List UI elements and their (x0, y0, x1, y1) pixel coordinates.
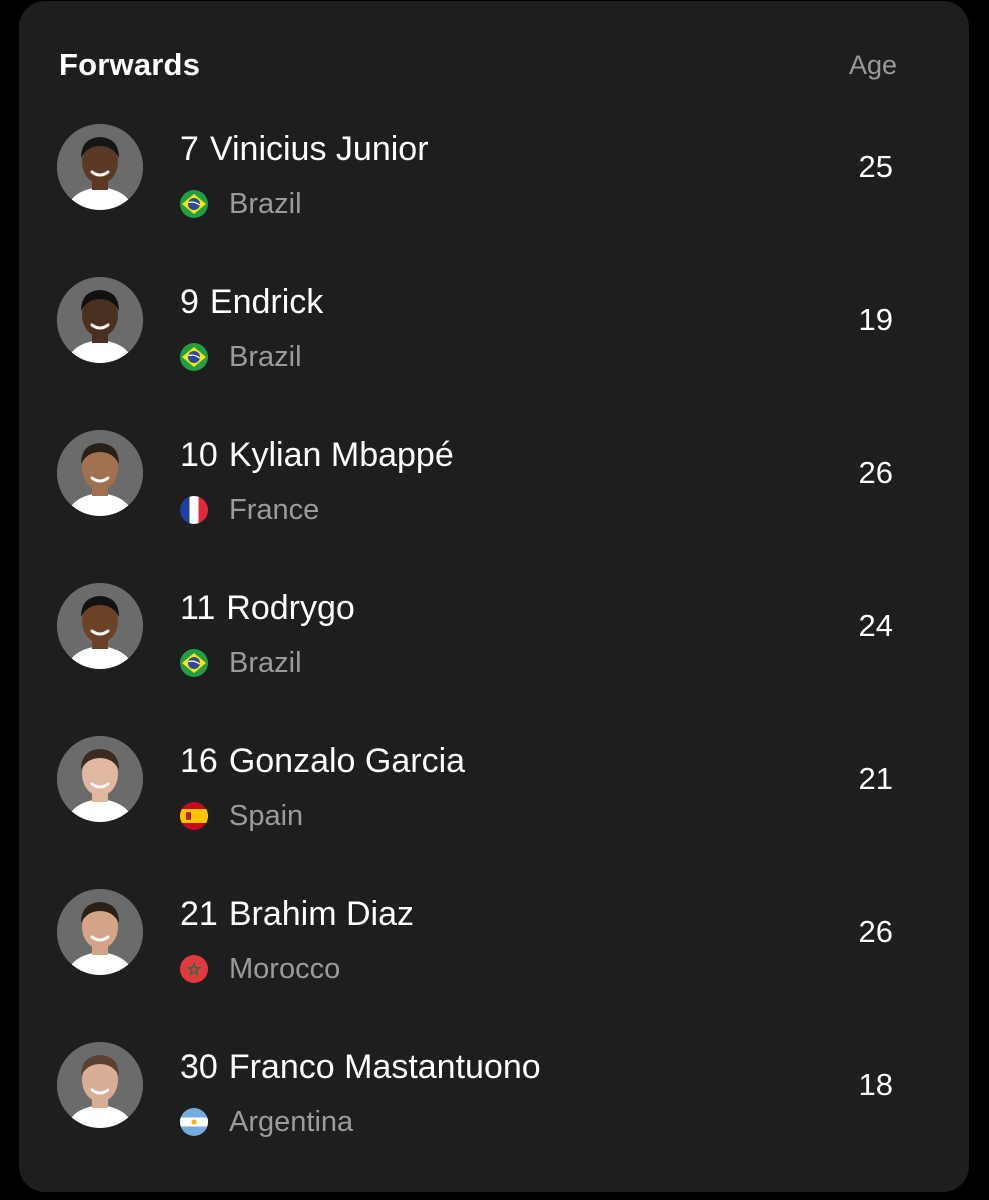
player-name-line: 7 Vinicius Junior (180, 130, 429, 169)
shirt-number: 16 (180, 742, 218, 780)
player-avatar (57, 583, 143, 669)
player-age: 24 (858, 608, 893, 643)
shirt-number: 9 (180, 283, 199, 321)
player-age: 26 (858, 455, 893, 490)
player-name: Kylian Mbappé (228, 436, 454, 474)
shirt-number: 7 (180, 130, 199, 168)
player-row[interactable]: 11 Rodrygo Brazil 24 (19, 583, 969, 736)
player-row[interactable]: 16 Gonzalo Garcia Spain 21 (19, 736, 969, 889)
shirt-number: 21 (180, 895, 218, 933)
nation-label: Spain (229, 799, 304, 832)
player-avatar (57, 736, 143, 822)
player-row[interactable]: 10 Kylian Mbappé France 26 (19, 430, 969, 583)
player-avatar (57, 277, 143, 363)
shirt-number: 10 (180, 436, 218, 474)
shirt-number: 11 (180, 589, 216, 627)
player-name-line: 9 Endrick (180, 283, 323, 322)
player-name-line: 10 Kylian Mbappé (180, 436, 454, 475)
nation-label: France (229, 493, 320, 526)
player-name: Franco Mastantuono (228, 1048, 541, 1086)
nation-label: Brazil (229, 646, 302, 679)
nationality: Brazil (180, 338, 302, 376)
forwards-card: Forwards Age 7 Vinicius Junior Brazil 25 9 En… (19, 1, 969, 1192)
player-age: 26 (858, 914, 893, 949)
player-row[interactable]: 7 Vinicius Junior Brazil 25 (19, 124, 969, 277)
player-name-line: 30 Franco Mastantuono (180, 1048, 541, 1087)
player-row[interactable]: 9 Endrick Brazil 19 (19, 277, 969, 430)
player-row[interactable]: 30 Franco Mastantuono Argentina 18 (19, 1042, 969, 1195)
player-row[interactable]: 21 Brahim Diaz Morocco 26 (19, 889, 969, 1042)
nationality: Brazil (180, 644, 302, 682)
nation-label: Morocco (229, 952, 341, 985)
player-name-line: 16 Gonzalo Garcia (180, 742, 465, 781)
brazil-flag-icon (180, 649, 208, 677)
section-title: Forwards (59, 47, 201, 82)
nationality: Argentina (180, 1103, 353, 1141)
player-name: Gonzalo Garcia (228, 742, 466, 780)
player-name-line: 21 Brahim Diaz (180, 895, 414, 934)
player-age: 21 (858, 761, 893, 796)
player-name: Vinicius Junior (209, 130, 429, 168)
player-name: Endrick (209, 283, 324, 321)
player-age: 25 (858, 149, 893, 184)
france-flag-icon (180, 496, 208, 524)
player-avatar (57, 1042, 143, 1128)
player-age: 19 (858, 302, 893, 337)
player-avatar (57, 889, 143, 975)
player-name-line: 11 Rodrygo (180, 589, 355, 628)
player-avatar (57, 430, 143, 516)
nation-label: Brazil (229, 187, 302, 220)
nationality: Morocco (180, 950, 340, 988)
brazil-flag-icon (180, 343, 208, 371)
nationality: France (180, 491, 319, 529)
shirt-number: 30 (180, 1048, 218, 1086)
nationality: Spain (180, 797, 303, 835)
player-name: Brahim Diaz (228, 895, 414, 933)
player-avatar (57, 124, 143, 210)
nation-label: Argentina (229, 1105, 354, 1138)
nationality: Brazil (180, 185, 302, 223)
player-list: 7 Vinicius Junior Brazil 25 9 Endrick Brazil 19… (19, 124, 969, 1195)
brazil-flag-icon (180, 190, 208, 218)
player-age: 18 (858, 1067, 893, 1102)
age-column-header: Age (848, 49, 897, 80)
card-header: Forwards Age (59, 45, 897, 85)
morocco-flag-icon (180, 955, 208, 983)
spain-flag-icon (180, 802, 208, 830)
player-name: Rodrygo (226, 589, 355, 627)
argentina-flag-icon (180, 1108, 208, 1136)
nation-label: Brazil (229, 340, 302, 373)
